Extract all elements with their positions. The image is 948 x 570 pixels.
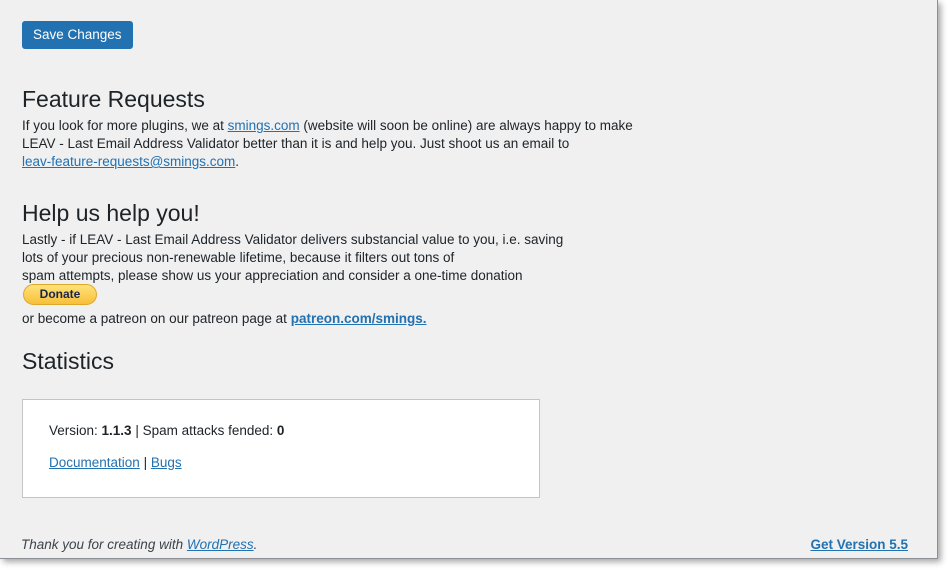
- help-line2: lots of your precious non-renewable life…: [22, 250, 455, 265]
- bugs-link[interactable]: Bugs: [151, 455, 182, 470]
- footer-thanks-post: .: [253, 537, 258, 552]
- feature-requests-line1-post: (website will soon be online) are always…: [299, 118, 633, 133]
- feature-requests-line2: LEAV - Last Email Address Validator bett…: [22, 136, 570, 151]
- feature-requests-heading: Feature Requests: [22, 86, 205, 112]
- help-line1: Lastly - if LEAV - Last Email Address Va…: [22, 232, 564, 247]
- help-text: Lastly - if LEAV - Last Email Address Va…: [22, 231, 563, 285]
- version-value: 1.1.3: [101, 423, 132, 438]
- help-line3: spam attempts, please show us your appre…: [22, 268, 523, 283]
- stats-links: Documentation | Bugs: [49, 455, 182, 470]
- version-label: Version:: [49, 423, 102, 438]
- admin-page: Save Changes Feature Requests If you loo…: [0, 0, 938, 559]
- smings-link[interactable]: smings.com: [228, 118, 300, 133]
- statistics-heading: Statistics: [22, 348, 115, 374]
- documentation-link[interactable]: Documentation: [49, 455, 140, 470]
- wordpress-link[interactable]: WordPress: [187, 537, 254, 552]
- save-changes-button[interactable]: Save Changes: [22, 21, 133, 49]
- email-period: .: [235, 154, 240, 169]
- feature-requests-email-link[interactable]: leav-feature-requests@smings.com: [22, 154, 235, 169]
- spam-label: Spam attacks fended:: [142, 423, 277, 438]
- footer-thanks: Thank you for creating with WordPress.: [21, 537, 257, 552]
- patreon-pre: or become a patreon on our patreon page …: [22, 311, 291, 326]
- stats-summary: Version: 1.1.3 | Spam attacks fended: 0: [49, 423, 284, 438]
- patreon-link[interactable]: patreon.com/smings.: [291, 311, 427, 326]
- donate-button[interactable]: Donate: [23, 284, 97, 305]
- statistics-box: Version: 1.1.3 | Spam attacks fended: 0 …: [22, 399, 540, 498]
- spam-value: 0: [276, 423, 285, 438]
- stats-separator: |: [131, 423, 143, 438]
- help-heading: Help us help you!: [22, 200, 200, 226]
- get-version-link[interactable]: Get Version 5.5: [810, 537, 908, 552]
- feature-requests-line1-pre: If you look for more plugins, we at: [22, 118, 228, 133]
- footer-thanks-pre: Thank you for creating with: [21, 537, 187, 552]
- feature-requests-text: If you look for more plugins, we at smin…: [22, 117, 633, 171]
- patreon-text: or become a patreon on our patreon page …: [22, 310, 426, 328]
- links-separator: |: [139, 455, 151, 470]
